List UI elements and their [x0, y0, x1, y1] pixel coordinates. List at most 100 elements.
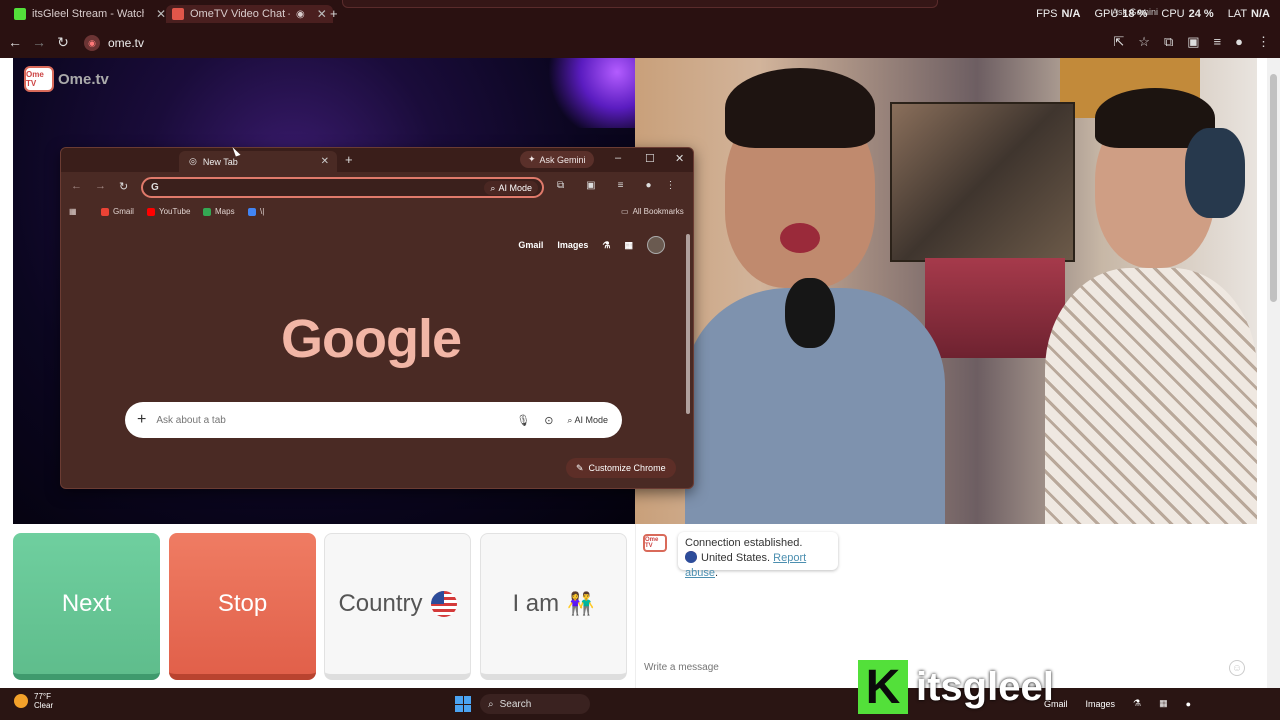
next-button[interactable]: Next [13, 533, 160, 680]
watermark-text: itsgleel [916, 664, 1054, 709]
apps-grid-icon[interactable]: ▦ [1159, 698, 1168, 709]
site-info-icon[interactable]: ◉ [84, 35, 100, 51]
avatar[interactable]: ● [1186, 699, 1191, 709]
reload-icon[interactable]: ↻ [54, 34, 72, 51]
lens-icon[interactable]: ⊙ [544, 414, 553, 427]
control-buttons: Next Stop Country I am 👫 [13, 533, 627, 680]
back-icon[interactable]: ← [6, 34, 24, 50]
close-icon[interactable]: ✕ [321, 156, 329, 167]
bookmark-gmail[interactable]: Gmail [101, 207, 134, 216]
start-icon[interactable] [455, 696, 471, 712]
gender-button[interactable]: I am 👫 [480, 533, 627, 680]
bookmark-youtube[interactable]: YouTube [147, 207, 190, 216]
window-toolbar-actions: ⧉ ▣ ≡ ● ⋮ [557, 180, 675, 191]
country-button[interactable]: Country [324, 533, 471, 680]
address-bar[interactable]: ◉ ome.tv [84, 32, 144, 54]
system-message: Connection established. United States. R… [678, 532, 838, 579]
ometv-badge-icon: Ome TV [24, 66, 54, 92]
bookmark-misc[interactable]: \| [248, 207, 264, 216]
weather-widget[interactable]: 77°F Clear [14, 692, 53, 710]
extensions-icon[interactable]: ⧉ [557, 180, 564, 191]
kick-icon [14, 8, 26, 20]
customize-chrome-button[interactable]: ✎ Customize Chrome [566, 458, 676, 478]
install-icon[interactable]: ⇱ [1113, 34, 1124, 50]
person [685, 68, 945, 524]
close-window-icon[interactable]: ✕ [675, 152, 684, 165]
recording-icon: ◉ [296, 8, 305, 20]
menu-icon[interactable]: ⋮ [665, 180, 675, 191]
window-scrollbar[interactable] [685, 226, 691, 488]
couple-icon: 👫 [567, 591, 595, 616]
sidepanel-icon[interactable]: ▣ [586, 180, 595, 191]
close-icon[interactable]: ✕ [156, 7, 166, 21]
ometv-logo-text: Ome.tv [58, 70, 109, 88]
top-links: Gmail Images ⚗ ▦ [518, 236, 665, 254]
bookmark-star-icon[interactable]: ☆ [1138, 34, 1150, 50]
reload-icon[interactable]: ↻ [119, 180, 128, 193]
images-link[interactable]: Images [1086, 699, 1116, 709]
headphones-icon [1185, 128, 1245, 218]
google-logo: Google [281, 309, 462, 369]
forward-icon[interactable]: → [95, 180, 106, 192]
labs-icon[interactable]: ⚗ [602, 240, 610, 251]
profile-avatar-icon[interactable]: ● [645, 180, 651, 191]
taskbar-right: Gmail Images ⚗ ▦ ● [1044, 698, 1191, 709]
remote-video [635, 58, 1257, 524]
sidepanel-icon[interactable]: ▣ [1187, 34, 1199, 50]
images-link[interactable]: Images [557, 240, 588, 250]
stop-button[interactable]: Stop [169, 533, 316, 680]
media-icon[interactable]: ≡ [1214, 34, 1222, 50]
apps-grid-icon[interactable]: ▦ [624, 240, 633, 251]
ai-mode-button[interactable]: ⌕ AI Mode [484, 181, 538, 195]
maximize-icon[interactable]: ☐ [645, 152, 655, 165]
microphone-icon[interactable]: 🎙 [516, 414, 530, 427]
window-tab-strip: ◎ New Tab ✕ + ✦ Ask Gemini – ☐ ✕ [61, 148, 693, 172]
screen: itsGleel Stream - Watch Live on ✕ OmeTV … [0, 0, 1280, 720]
toolbar-actions: ⇱ ☆ ⧉ ▣ ≡ ● ⋮ [1113, 34, 1270, 50]
minimize-icon[interactable]: – [615, 152, 621, 164]
new-tab-button[interactable]: + [345, 152, 353, 167]
tab-ometv[interactable]: OmeTV Video Chat — Ome ◉ ✕ [166, 5, 333, 23]
omnibox[interactable]: G ⌕ AI Mode [141, 177, 544, 198]
close-icon[interactable]: ✕ [317, 7, 327, 21]
page-scrollbar[interactable] [1267, 58, 1280, 688]
profile-avatar-icon[interactable]: ● [1235, 34, 1243, 50]
ometv-chat-icon: Ome TV [643, 534, 667, 552]
ask-gemini-button[interactable]: ✦ Ask Gemini [520, 151, 594, 168]
gmail-link[interactable]: Gmail [518, 240, 543, 250]
emoji-icon[interactable]: ☺ [1229, 660, 1245, 676]
tab-title: New Tab [202, 156, 238, 167]
avatar[interactable] [647, 236, 665, 254]
new-tab-window: ◎ New Tab ✕ + ✦ Ask Gemini – ☐ ✕ ← → ↻ G … [60, 147, 694, 489]
performance-overlay: FPS N/A GPU 18 % CPU 24 % LAT N/A [1036, 8, 1270, 20]
bookmarks-bar: ▦ Gmail YouTube Maps \| ▭ All Bookmarks [61, 203, 693, 223]
tab-itsgleel-stream[interactable]: itsGleel Stream - Watch Live on ✕ [14, 5, 166, 23]
tab-title: itsGleel Stream - Watch Live on [32, 8, 144, 20]
extensions-icon[interactable]: ⧉ [1164, 34, 1173, 50]
browser-toolbar: ← → ↻ ◉ ome.tv ⇱ ☆ ⧉ ▣ ≡ ● ⋮ [0, 28, 1280, 58]
apps-icon[interactable]: ▦ [69, 207, 77, 216]
ai-mode-button[interactable]: ⌕ AI Mode [567, 415, 608, 426]
kick-logo-icon: K [858, 660, 908, 714]
window-toolbar: ← → ↻ G ⌕ AI Mode ⧉ ▣ ≡ ● ⋮ [61, 172, 693, 202]
pencil-icon: ✎ [576, 462, 584, 473]
taskbar-search[interactable]: ⌕ Search [480, 694, 590, 714]
ometv-logo[interactable]: Ome TV Ome.tv [24, 66, 109, 92]
us-flag-icon [430, 591, 457, 617]
tab-new-tab[interactable]: ◎ New Tab ✕ [179, 151, 337, 172]
outer-tab-strip: itsGleel Stream - Watch Live on ✕ OmeTV … [0, 0, 1280, 28]
menu-icon[interactable]: ⋮ [1257, 34, 1270, 50]
taskbar: 77°F Clear ⌕ Search Gmail Images ⚗ ▦ ● [0, 688, 1280, 720]
search-input[interactable] [156, 414, 517, 426]
add-icon[interactable]: + [137, 411, 146, 429]
media-icon[interactable]: ≡ [618, 180, 624, 191]
all-bookmarks[interactable]: ▭ All Bookmarks [621, 207, 684, 216]
back-icon[interactable]: ← [71, 180, 82, 192]
forward-icon[interactable]: → [30, 34, 48, 50]
search-box[interactable]: + 🎙 ⊙ ⌕ AI Mode [125, 402, 622, 438]
bookmark-maps[interactable]: Maps [203, 207, 235, 216]
new-tab-button[interactable]: + [330, 6, 338, 21]
labs-icon[interactable]: ⚗ [1133, 698, 1141, 709]
us-flag-icon [685, 551, 697, 563]
folder-icon: ▭ [621, 207, 629, 216]
